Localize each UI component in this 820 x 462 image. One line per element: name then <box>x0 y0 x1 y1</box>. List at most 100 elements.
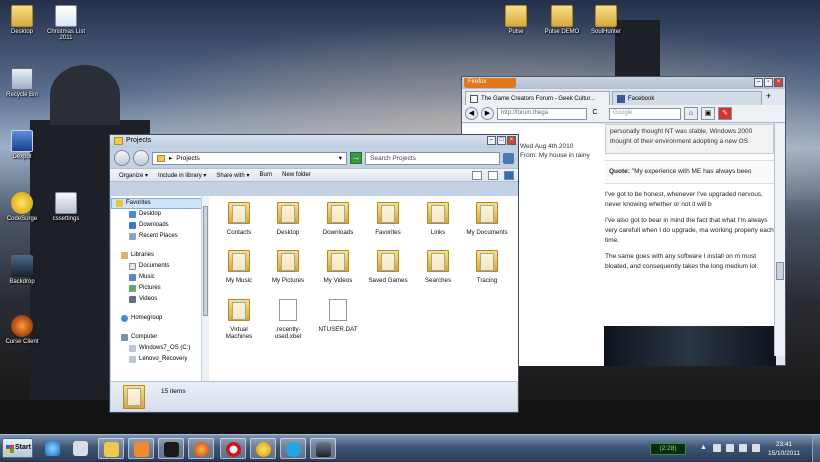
tray-network-icon[interactable] <box>713 444 721 452</box>
file-item-my-music[interactable]: My Music <box>217 250 261 284</box>
nav-computer[interactable]: Computer <box>111 332 208 343</box>
nav-homegroup[interactable]: Homegroup <box>111 313 208 324</box>
file-item-links[interactable]: Links <box>416 202 460 236</box>
reload-button[interactable]: C <box>590 107 600 120</box>
new-folder-button[interactable]: New folder <box>277 171 316 179</box>
desktop-icon-backdrop[interactable]: Backdrop <box>0 255 44 285</box>
desktop-icon-cssettings[interactable]: cssettings <box>44 192 88 222</box>
file-item-my-videos[interactable]: My Videos <box>316 250 360 284</box>
file-item-tracing[interactable]: Tracing <box>465 250 509 284</box>
browser-titlebar[interactable]: Firefox – ▫ × <box>462 77 785 89</box>
organize-button[interactable]: Organize ▾ <box>114 171 153 180</box>
desktop-icon-pulse-demo[interactable]: Pulse DEMO <box>540 5 584 35</box>
breadcrumb[interactable]: Projects <box>176 155 199 162</box>
scrollbar-thumb[interactable] <box>203 206 208 316</box>
file-item-virtual-machines[interactable]: Virtual Machines <box>217 299 261 340</box>
taskbar-game[interactable] <box>310 438 336 459</box>
file-item-contacts[interactable]: Contacts <box>217 202 261 236</box>
close-button[interactable]: × <box>507 136 516 145</box>
taskbar-windows-explorer[interactable] <box>98 438 124 459</box>
address-bar[interactable]: ▸ Projects ▾ <box>152 151 347 165</box>
restore-button[interactable]: ▫ <box>764 78 773 87</box>
file-item-my-documents[interactable]: My Documents <box>465 202 509 236</box>
show-desktop-button[interactable] <box>812 435 820 462</box>
browser-scrollbar[interactable] <box>774 124 785 356</box>
nav-downloads[interactable]: Downloads <box>111 220 208 231</box>
taskbar-media-app[interactable] <box>68 438 94 459</box>
bookmarks-icon[interactable]: ▣ <box>701 107 715 120</box>
include-in-library-button[interactable]: Include in library ▾ <box>153 171 211 180</box>
explorer-window[interactable]: Projects – □ × ▸ Projects ▾ → Search Pro… <box>109 134 519 413</box>
nav-recent-places[interactable]: Recent Places <box>111 231 208 242</box>
tray-arrow-icon[interactable]: ▲ <box>700 444 708 452</box>
nav-lenovo-recovery[interactable]: Lenovo_Recovery <box>111 354 208 365</box>
home-icon[interactable]: ⌂ <box>684 107 698 120</box>
tab-facebook[interactable]: Facebook <box>612 91 762 105</box>
chevron-down-icon[interactable]: ▾ <box>339 154 342 162</box>
new-tab-button[interactable]: + <box>766 91 771 105</box>
nav-drive-c[interactable]: Windows7_OS (C:) <box>111 343 208 354</box>
file-item-desktop[interactable]: Desktop <box>266 202 310 236</box>
nav-pictures[interactable]: Pictures <box>111 283 208 294</box>
file-item-recently-used-xbel[interactable]: .recently-used.xbel <box>266 299 310 340</box>
nav-videos[interactable]: Videos <box>111 294 208 305</box>
desktop-icon-pulse[interactable]: Pulse <box>494 5 538 35</box>
close-button[interactable]: × <box>774 78 783 87</box>
refresh-button[interactable]: → <box>350 152 362 164</box>
desktop-icon-curse-client[interactable]: Curse Client <box>0 315 44 345</box>
desktop-icon-soulhunter[interactable]: SoulHunter <box>584 5 628 35</box>
search-icon[interactable] <box>503 152 514 164</box>
back-button[interactable]: ◀ <box>465 107 478 120</box>
scrollbar-thumb[interactable] <box>776 262 784 280</box>
search-input[interactable]: Search Projects <box>365 151 500 165</box>
change-view-icon[interactable] <box>472 170 482 180</box>
desktop-icon-dexpot[interactable]: Dexpot <box>0 130 44 160</box>
clock[interactable]: 23:41 15/10/2011 <box>768 440 800 458</box>
tray-flag-icon[interactable] <box>726 444 734 452</box>
back-button[interactable] <box>114 150 130 166</box>
tray-volume-icon[interactable] <box>752 444 760 452</box>
desktop-icon-codesurge[interactable]: CodeSurge <box>0 192 44 222</box>
nav-documents[interactable]: Documents <box>111 261 208 272</box>
help-icon[interactable] <box>504 170 514 180</box>
tab-game-creators-forum[interactable]: The Game Creators Forum - Geek Cultur... <box>465 91 610 105</box>
taskbar-codesurge[interactable] <box>250 438 276 459</box>
burn-button[interactable]: Burn <box>254 171 277 179</box>
minimize-button[interactable]: – <box>754 78 763 87</box>
tray-battery-icon[interactable] <box>739 444 747 452</box>
google-search-input[interactable]: Google <box>609 107 681 120</box>
nav-music[interactable]: Music <box>111 272 208 283</box>
share-with-button[interactable]: Share with ▾ <box>211 171 254 180</box>
file-item-saved-games[interactable]: Saved Games <box>366 250 410 284</box>
downloads-folder-icon <box>327 202 349 224</box>
tray-timer[interactable]: (2:28) <box>650 443 686 455</box>
maximize-button[interactable]: □ <box>497 136 506 145</box>
file-item-favorites[interactable]: Favorites <box>366 202 410 236</box>
desktop-icon-christmas-list[interactable]: Christmas List 2011 <box>44 5 88 41</box>
explorer-titlebar[interactable]: Projects – □ × <box>110 135 518 148</box>
desktop-icon-desktop[interactable]: Desktop <box>0 5 44 35</box>
file-item-my-pictures[interactable]: My Pictures <box>266 250 310 284</box>
nav-libraries[interactable]: Libraries <box>111 250 208 261</box>
file-item-ntuser-dat[interactable]: NTUSER.DAT <box>316 299 360 333</box>
taskbar-internet-explorer[interactable] <box>40 438 66 459</box>
minimize-button[interactable]: – <box>487 136 496 145</box>
taskbar-opera[interactable] <box>220 438 246 459</box>
start-button[interactable]: Start <box>2 438 33 458</box>
nav-favorites[interactable]: Favorites <box>111 198 208 209</box>
forward-button[interactable]: ▶ <box>481 107 494 120</box>
nav-scrollbar[interactable] <box>201 196 209 382</box>
firefox-menu-button[interactable]: Firefox <box>464 78 516 88</box>
addon-icon[interactable]: ✎ <box>718 107 732 120</box>
desktop-icon-recycle-bin[interactable]: Recycle Bin <box>0 68 44 98</box>
preview-pane-icon[interactable] <box>488 170 498 180</box>
nav-desktop[interactable]: Desktop <box>111 209 208 220</box>
taskbar-skype[interactable] <box>280 438 306 459</box>
forward-button[interactable] <box>133 150 149 166</box>
file-item-searches[interactable]: Searches <box>416 250 460 284</box>
taskbar-media-player[interactable] <box>128 438 154 459</box>
taskbar-firefox[interactable] <box>188 438 214 459</box>
url-bar[interactable]: http://forum.thega <box>497 107 587 120</box>
file-item-downloads[interactable]: Downloads <box>316 202 360 236</box>
taskbar-pen-tool[interactable] <box>158 438 184 459</box>
